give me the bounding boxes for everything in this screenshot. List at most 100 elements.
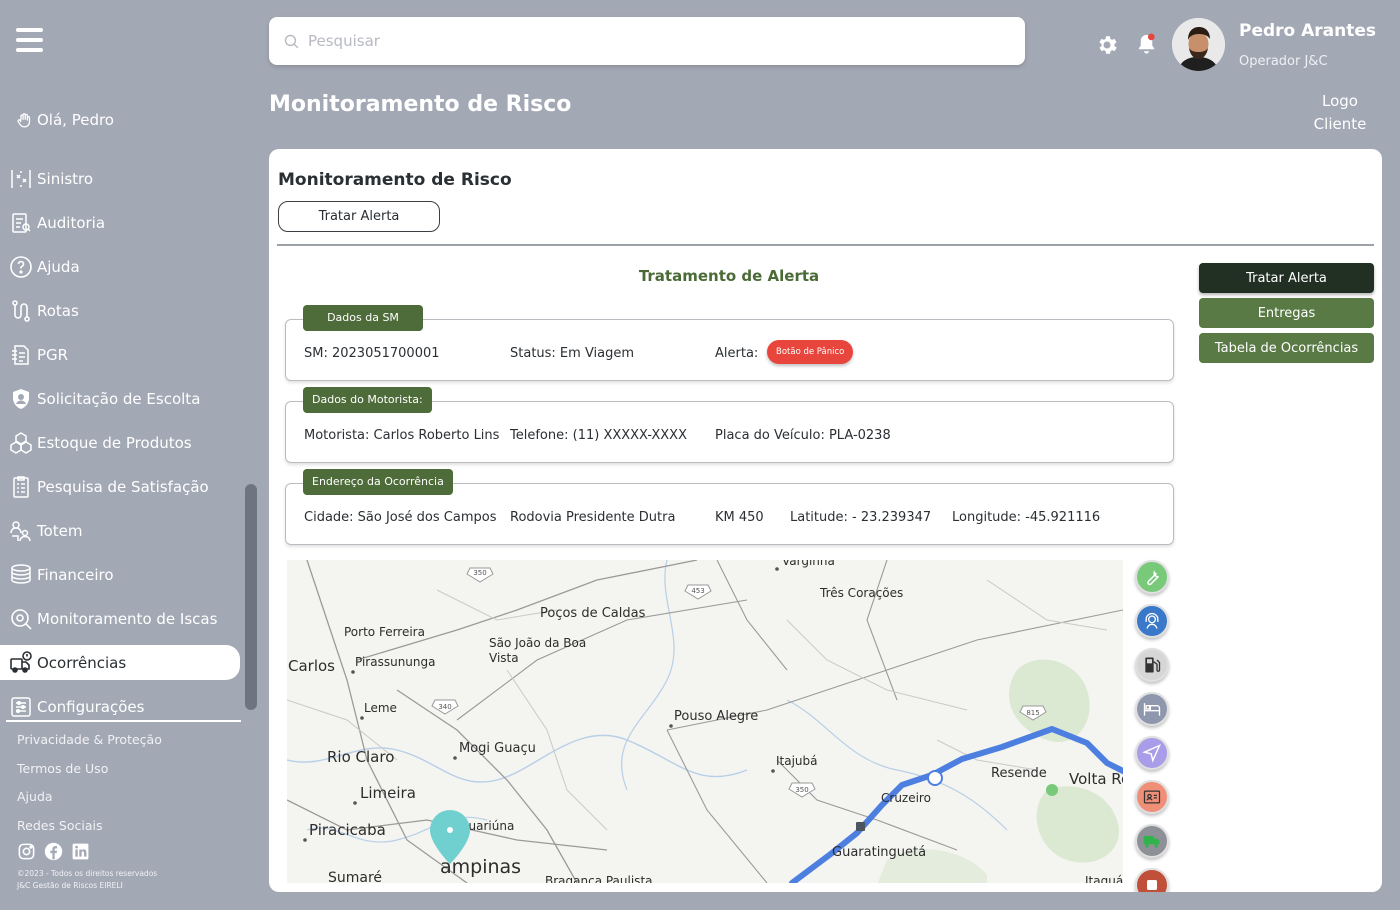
svg-text:Cruzeiro: Cruzeiro — [881, 791, 931, 805]
vehicle-plate: Placa do Veículo: PLA-0238 — [715, 428, 891, 443]
map-tool-mechanic[interactable] — [1135, 560, 1169, 594]
ocorrencia-road: Rodovia Presidente Dutra — [510, 510, 676, 525]
sidebar-item-configuracoes[interactable]: Configurações — [0, 685, 242, 729]
avatar[interactable] — [1172, 18, 1225, 71]
ocorrencia-km: KM 450 — [715, 510, 764, 525]
section-title: Tratamento de Alerta — [638, 267, 820, 285]
audit-icon — [12, 213, 31, 233]
greeting: Olá, Pedro — [16, 111, 114, 129]
svg-text:340: 340 — [438, 703, 451, 711]
sidebar-item-iscas[interactable]: Monitoramento de Iscas — [0, 597, 242, 641]
route-icon — [12, 300, 30, 322]
svg-text:Itaquá: Itaquá — [1085, 874, 1123, 883]
map-tool-fuel[interactable] — [1135, 648, 1169, 682]
alert-label: Alerta: — [715, 346, 759, 361]
instagram-icon[interactable] — [17, 842, 36, 861]
card-divider — [277, 244, 1374, 246]
footer-link-privacidade[interactable]: Privacidade & Proteção — [17, 731, 162, 760]
survey-icon — [13, 476, 29, 498]
sidebar-scrollbar[interactable] — [245, 484, 257, 710]
user-name: Pedro Arantes — [1239, 21, 1377, 41]
sidebar-item-escolta[interactable]: Solicitação de Escolta — [0, 377, 242, 421]
sm-status: Status: Em Viagem — [510, 346, 635, 361]
motorista-name: Motorista: Carlos Roberto Lins — [304, 428, 500, 443]
svg-text:Mogi Guaçu: Mogi Guaçu — [459, 741, 536, 756]
dados-sm-tag: Dados da SM — [303, 305, 423, 331]
sm-number: SM: 2023051700001 — [304, 346, 440, 361]
wrench-icon — [1147, 570, 1159, 586]
svg-text:Carlos: Carlos — [288, 657, 335, 675]
tracking-icon — [11, 609, 32, 630]
sidebar-item-financeiro[interactable]: Financeiro — [0, 553, 242, 597]
map-tool-navigation[interactable] — [1135, 736, 1169, 770]
ocorrencia-longitude: Longitude: -45.921116 — [952, 510, 1101, 525]
svg-text:Leme: Leme — [364, 701, 397, 715]
tratar-alerta-button[interactable]: Tratar Alerta — [1199, 263, 1374, 293]
search-input[interactable] — [308, 32, 988, 50]
entregas-button[interactable]: Entregas — [1199, 298, 1374, 328]
delivery-truck-icon — [1143, 836, 1160, 848]
svg-text:Itajubá: Itajubá — [776, 754, 818, 768]
bed-icon — [1143, 703, 1161, 716]
svg-text:815: 815 — [1026, 709, 1039, 717]
svg-text:Vista: Vista — [489, 651, 519, 665]
svg-text:Porto Ferreira: Porto Ferreira — [344, 625, 425, 639]
svg-text:Poços de Caldas: Poços de Caldas — [540, 606, 646, 621]
footer-link-ajuda[interactable]: Ajuda — [17, 788, 162, 817]
dados-motorista-tag: Dados do Motorista: — [303, 387, 432, 413]
extra-tool-icon — [1147, 880, 1157, 890]
svg-text:São João da Boa: São João da Boa — [489, 636, 586, 650]
svg-text:Três Corações: Três Corações — [819, 586, 903, 600]
map-tool-delivery[interactable] — [1135, 824, 1169, 858]
tratar-alerta-outline-button[interactable]: Tratar Alerta — [278, 201, 440, 232]
svg-text:Pouso Alegre: Pouso Alegre — [674, 709, 758, 724]
sidebar-item-estoque[interactable]: Estoque de Produtos — [0, 421, 242, 465]
ocorrencia-latitude: Latitude: - 23.239347 — [790, 510, 932, 525]
motorista-phone: Telefone: (11) XXXXX-XXXX — [510, 428, 687, 443]
alert-badge[interactable]: Botão de Pânico — [767, 340, 854, 364]
settings-sliders-icon — [11, 697, 31, 717]
bell-notification-icon[interactable] — [1135, 32, 1158, 57]
facebook-icon[interactable] — [44, 842, 63, 861]
sidebar-item-sinistro[interactable]: Sinistro — [0, 157, 242, 201]
svg-text:Volta Re: Volta Re — [1069, 770, 1123, 788]
client-logo: Logo Cliente — [1313, 92, 1367, 133]
sidebar-item-pgr[interactable]: PGR — [0, 333, 242, 377]
endereco-tag: Endereço da Ocorrência — [303, 469, 453, 495]
user-role: Operador J&C — [1239, 54, 1328, 69]
footer-link-redes[interactable]: Redes Sociais — [17, 817, 162, 846]
map[interactable]: 350 453 340 815 350 Varginha Três Coraçõ… — [287, 560, 1123, 883]
money-icon — [11, 564, 31, 584]
sidebar-item-pesquisa[interactable]: Pesquisa de Satisfação — [0, 465, 242, 509]
sidebar-item-ajuda[interactable]: Ajuda — [0, 245, 242, 289]
page-title: Monitoramento de Risco — [269, 92, 572, 117]
svg-text:453: 453 — [691, 587, 704, 595]
map-tool-lodging[interactable] — [1135, 692, 1169, 726]
ocorrencia-city: Cidade: São José dos Campos — [304, 510, 497, 525]
map-tool-extra[interactable] — [1135, 868, 1169, 892]
svg-text:Bragança Paulista: Bragança Paulista — [545, 874, 653, 883]
map-tool-support[interactable] — [1135, 604, 1169, 638]
accident-icon — [11, 170, 31, 188]
svg-text:Varginha: Varginha — [782, 560, 835, 568]
svg-text:350: 350 — [795, 786, 808, 794]
sidebar-item-rotas[interactable]: Rotas — [0, 289, 242, 333]
gear-icon[interactable] — [1095, 33, 1119, 57]
tabela-ocorrencias-button[interactable]: Tabela de Ocorrências — [1199, 333, 1374, 363]
card-title: Monitoramento de Risco — [278, 170, 512, 190]
boxes-icon — [10, 432, 32, 454]
menu-hamburger-icon[interactable] — [16, 28, 43, 56]
linkedin-icon[interactable] — [71, 842, 90, 861]
svg-text:Sumaré: Sumaré — [328, 870, 382, 883]
svg-text:Rio Claro: Rio Claro — [327, 748, 394, 766]
footer-link-termos[interactable]: Termos de Uso — [17, 760, 162, 789]
svg-text:Pirassununga: Pirassununga — [355, 655, 436, 669]
id-card-icon — [1143, 790, 1161, 804]
sidebar-item-auditoria[interactable]: Auditoria — [0, 201, 242, 245]
map-tool-driver-id[interactable] — [1135, 780, 1169, 814]
svg-text:Guaratinguetá: Guaratinguetá — [832, 845, 926, 860]
people-icon — [10, 521, 31, 542]
sidebar-item-totem[interactable]: Totem — [0, 509, 242, 553]
sidebar-item-ocorrencias[interactable]: Ocorrências — [0, 645, 240, 680]
social-links — [17, 842, 90, 861]
